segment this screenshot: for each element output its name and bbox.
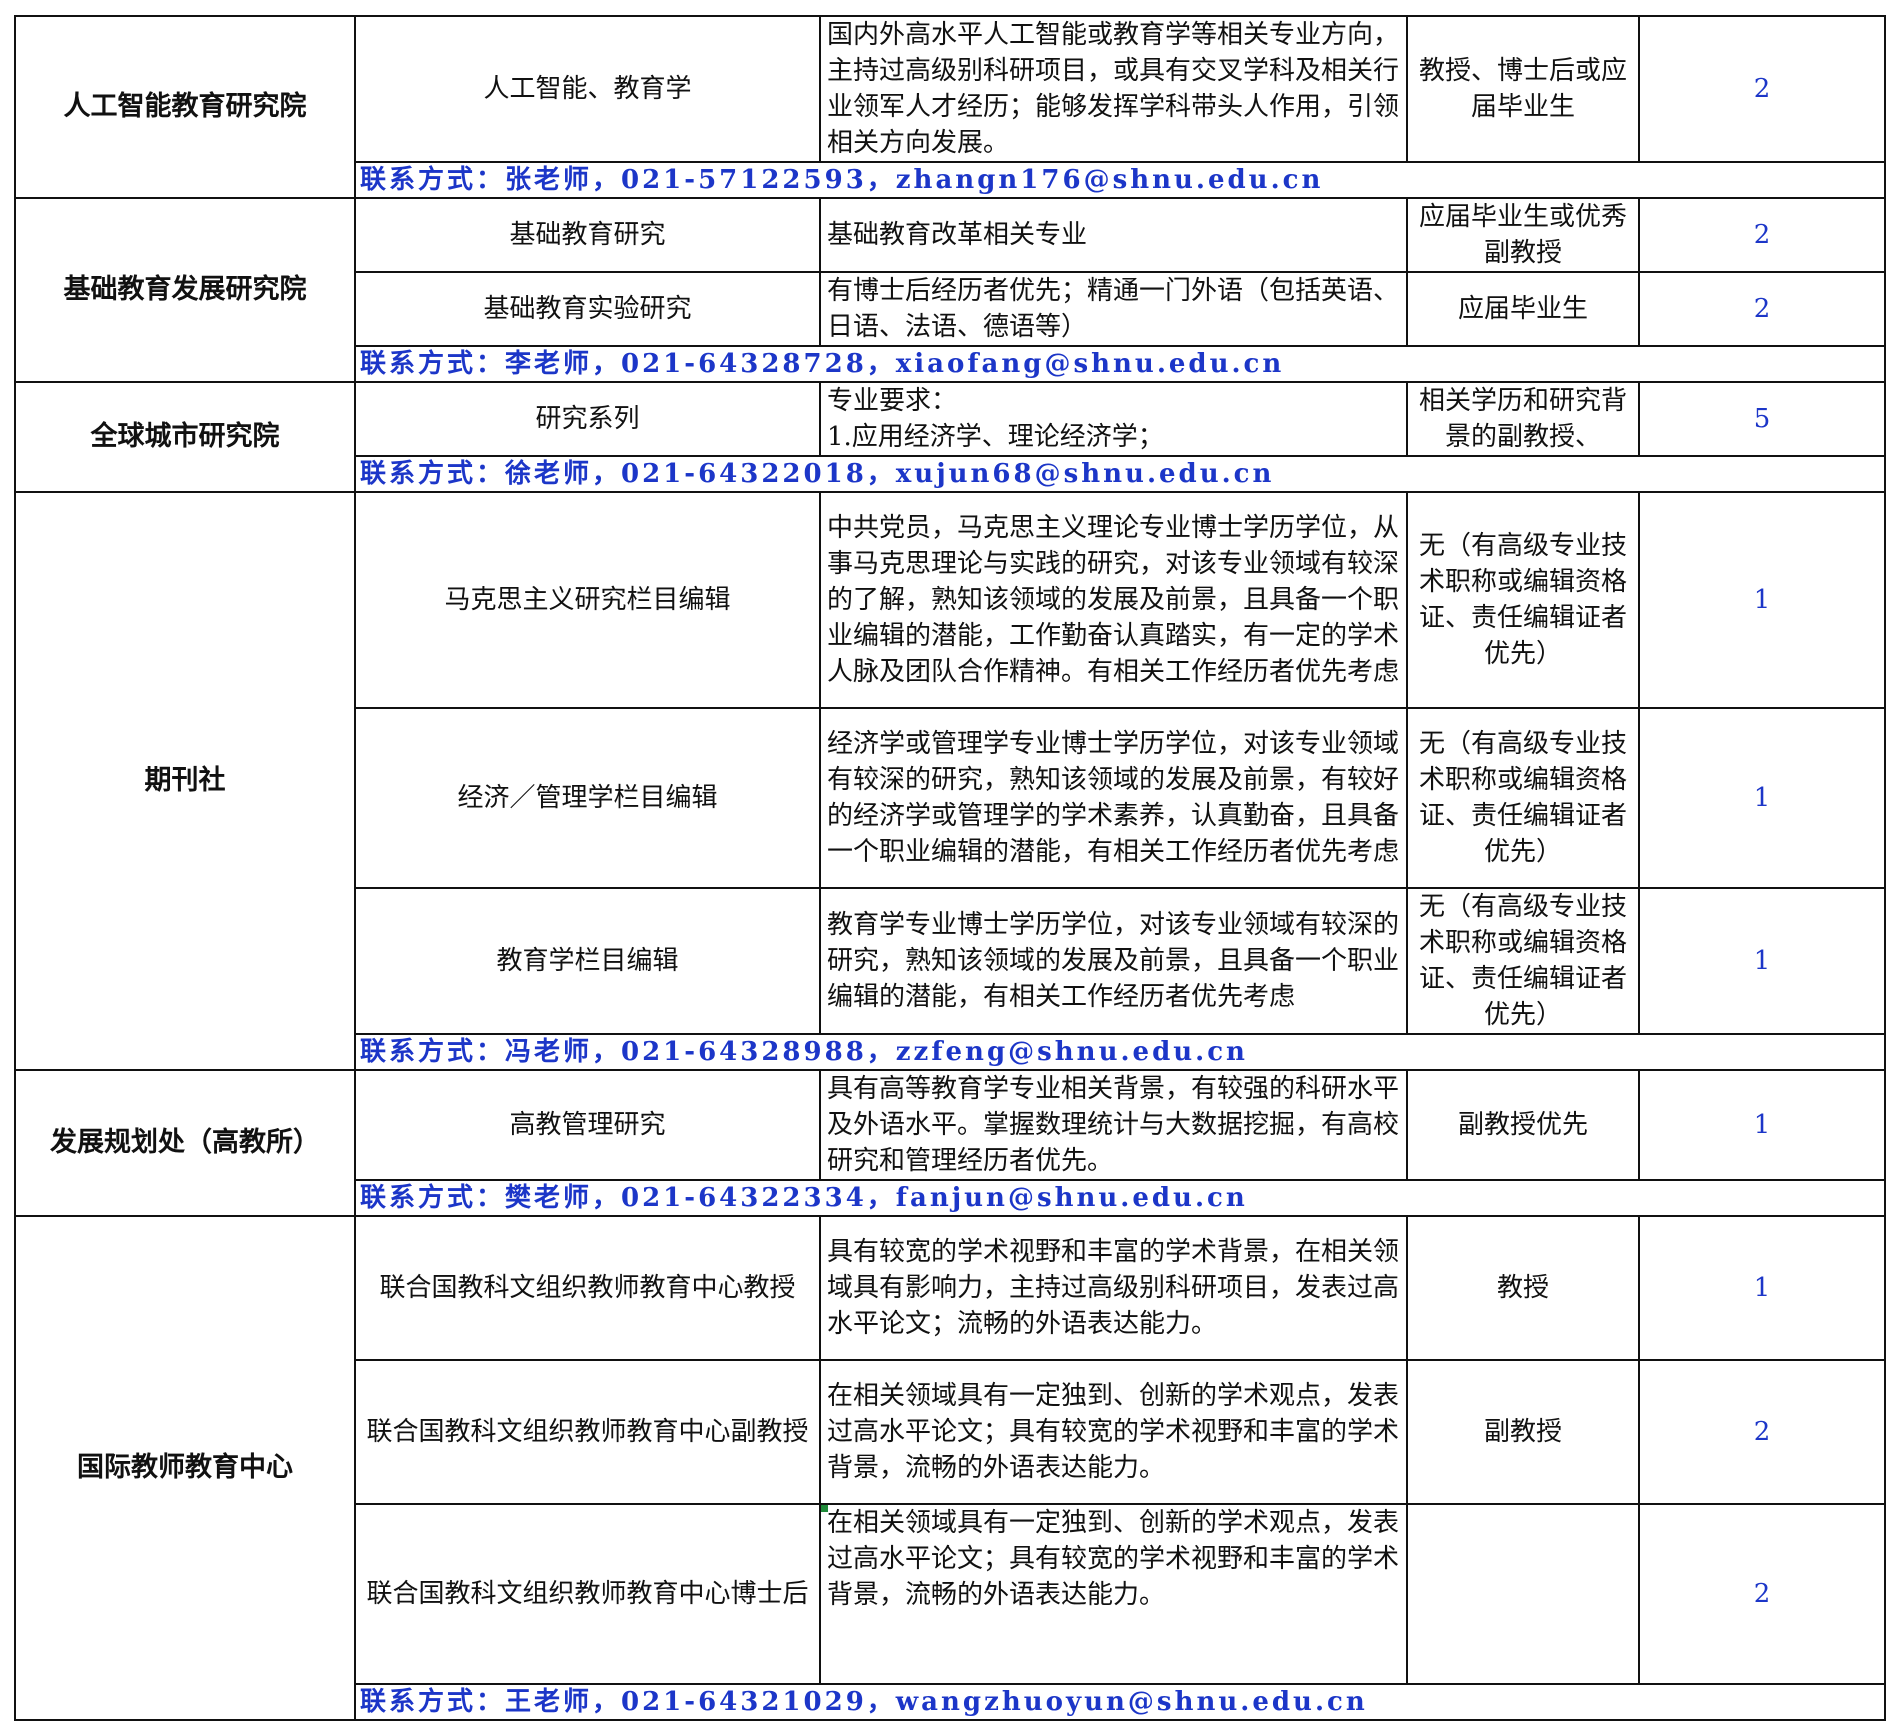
department-cell: 全球城市研究院	[14, 381, 356, 493]
headcount-cell: 2	[1638, 197, 1886, 273]
requirement-cell: 教育学专业博士学历学位，对该专业领域有较深的研究，熟知该领域的发展及前景，且具备…	[819, 887, 1408, 1035]
position-cell: 马克思主义研究栏目编辑	[354, 491, 821, 709]
contact-info: 联系方式：冯老师，021-64328988，zzfeng@shnu.edu.cn	[354, 1033, 1886, 1071]
requirement-text: 在相关领域具有一定独到、创新的学术观点，发表过高水平论文；具有较宽的学术视野和丰…	[827, 1508, 1400, 1610]
qualification-cell: 副教授优先	[1406, 1069, 1640, 1181]
table-row: 发展规划处（高教所） 高教管理研究 具有高等教育学专业相关背景，有较强的科研水平…	[14, 1069, 1886, 1217]
headcount-cell: 1	[1638, 707, 1886, 889]
position-cell: 教育学栏目编辑	[354, 887, 821, 1035]
department-cell: 人工智能教育研究院	[14, 15, 356, 199]
position-cell: 基础教育研究	[354, 197, 821, 273]
contact-info: 联系方式：李老师，021-64328728，xiaofang@shnu.edu.…	[354, 345, 1886, 383]
headcount-cell: 1	[1638, 887, 1886, 1035]
qualification-cell: 无（有高级专业技术职称或编辑资格证、责任编辑证者优先）	[1406, 707, 1640, 889]
position-cell: 基础教育实验研究	[354, 271, 821, 347]
qualification-cell: 无（有高级专业技术职称或编辑资格证、责任编辑证者优先）	[1406, 491, 1640, 709]
table-row: 基础教育发展研究院 基础教育研究 基础教育改革相关专业 应届毕业生或优秀副教授 …	[14, 197, 1886, 383]
requirement-cell: 具有高等教育学专业相关背景，有较强的科研水平及外语水平。掌握数理统计与大数据挖掘…	[819, 1069, 1408, 1181]
headcount-cell: 2	[1638, 15, 1886, 163]
position-cell: 高教管理研究	[354, 1069, 821, 1181]
headcount-cell: 5	[1638, 381, 1886, 457]
requirement-cell: 具有较宽的学术视野和丰富的学术背景，在相关领域具有影响力，主持过高级别科研项目，…	[819, 1215, 1408, 1361]
position-cell: 研究系列	[354, 381, 821, 457]
headcount-cell: 1	[1638, 1069, 1886, 1181]
table-row: 期刊社 马克思主义研究栏目编辑 中共党员，马克思主义理论专业博士学历学位，从事马…	[14, 491, 1886, 1071]
headcount-cell: 2	[1638, 271, 1886, 347]
position-cell: 经济／管理学栏目编辑	[354, 707, 821, 889]
qualification-cell: 应届毕业生	[1406, 271, 1640, 347]
contact-info: 联系方式：张老师，021-57122593，zhangn176@shnu.edu…	[354, 161, 1886, 199]
headcount-cell: 2	[1638, 1503, 1886, 1685]
recruitment-table-sheet: 人工智能教育研究院 人工智能、教育学 国内外高水平人工智能或教育学等相关专业方向…	[14, 15, 1886, 1721]
qualification-cell: 副教授	[1406, 1359, 1640, 1505]
position-cell: 联合国教科文组织教师教育中心教授	[354, 1215, 821, 1361]
contact-info: 联系方式：徐老师，021-64322018，xujun68@shnu.edu.c…	[354, 455, 1886, 493]
position-cell: 联合国教科文组织教师教育中心副教授	[354, 1359, 821, 1505]
requirement-text: 专业要求： 1.应用经济学、理论经济学；	[827, 386, 1164, 452]
qualification-cell	[1406, 1503, 1640, 1685]
qualification-cell: 应届毕业生或优秀副教授	[1406, 197, 1640, 273]
contact-info: 联系方式：樊老师，021-64322334，fanjun@shnu.edu.cn	[354, 1179, 1886, 1217]
requirement-cell: 中共党员，马克思主义理论专业博士学历学位，从事马克思理论与实践的研究，对该专业领…	[819, 491, 1408, 709]
qualification-cell: 教授、博士后或应届毕业生	[1406, 15, 1640, 163]
requirement-cell: 有博士后经历者优先；精通一门外语（包括英语、日语、法语、德语等）	[819, 271, 1408, 347]
position-cell: 人工智能、教育学	[354, 15, 821, 163]
table-row: 全球城市研究院 研究系列 专业要求： 1.应用经济学、理论经济学； 相关学历和研…	[14, 381, 1886, 493]
requirement-cell: 专业要求： 1.应用经济学、理论经济学；	[819, 381, 1408, 457]
table-row: 国际教师教育中心 联合国教科文组织教师教育中心教授 具有较宽的学术视野和丰富的学…	[14, 1215, 1886, 1721]
requirement-cell: 基础教育改革相关专业	[819, 197, 1408, 273]
requirement-cell: 在相关领域具有一定独到、创新的学术观点，发表过高水平论文；具有较宽的学术视野和丰…	[819, 1503, 1408, 1685]
department-cell: 基础教育发展研究院	[14, 197, 356, 383]
department-cell: 国际教师教育中心	[14, 1215, 356, 1721]
requirement-cell: 国内外高水平人工智能或教育学等相关专业方向，主持过高级别科研项目，或具有交叉学科…	[819, 15, 1408, 163]
table-row: 人工智能教育研究院 人工智能、教育学 国内外高水平人工智能或教育学等相关专业方向…	[14, 15, 1886, 199]
headcount-cell: 2	[1638, 1359, 1886, 1505]
requirement-cell: 经济学或管理学专业博士学历学位，对该专业领域有较深的研究，熟知该领域的发展及前景…	[819, 707, 1408, 889]
requirement-cell: 在相关领域具有一定独到、创新的学术观点，发表过高水平论文；具有较宽的学术视野和丰…	[819, 1359, 1408, 1505]
department-cell: 期刊社	[14, 491, 356, 1071]
recruitment-table: 人工智能教育研究院 人工智能、教育学 国内外高水平人工智能或教育学等相关专业方向…	[14, 15, 1886, 1721]
cell-comment-marker	[822, 1506, 828, 1512]
headcount-cell: 1	[1638, 491, 1886, 709]
qualification-cell: 教授	[1406, 1215, 1640, 1361]
contact-info: 联系方式：王老师，021-64321029，wangzhuoyun@shnu.e…	[354, 1683, 1886, 1721]
qualification-cell: 无（有高级专业技术职称或编辑资格证、责任编辑证者优先）	[1406, 887, 1640, 1035]
headcount-cell: 1	[1638, 1215, 1886, 1361]
department-cell: 发展规划处（高教所）	[14, 1069, 356, 1217]
position-cell: 联合国教科文组织教师教育中心博士后	[354, 1503, 821, 1685]
qualification-cell: 相关学历和研究背景的副教授、	[1406, 381, 1640, 457]
qualification-text: 相关学历和研究背景的副教授、	[1418, 386, 1627, 452]
